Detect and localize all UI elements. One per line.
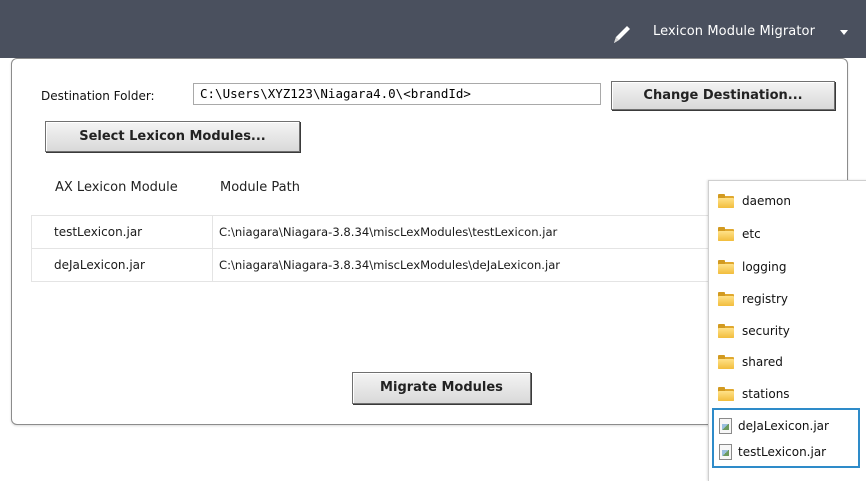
jar-file-icon [719, 444, 732, 460]
table-divider [31, 215, 32, 281]
module-name-cell: testLexicon.jar [54, 225, 143, 239]
file-name: testLexicon.jar [738, 445, 827, 459]
column-header-module-path: Module Path [220, 180, 300, 195]
folder-item-shared[interactable]: shared [718, 351, 866, 375]
pencil-icon[interactable] [608, 22, 634, 48]
column-header-ax-lexicon-module: AX Lexicon Module [55, 180, 178, 195]
folder-item-registry[interactable]: registry [718, 288, 866, 312]
folder-name: etc [742, 227, 761, 241]
module-name-cell: deJaLexicon.jar [54, 258, 145, 272]
folder-name: daemon [742, 194, 791, 208]
file-item-dejalexicon-jar[interactable]: deJaLexicon.jar [718, 415, 866, 439]
header-bar: Lexicon Module Migrator [0, 0, 866, 58]
folder-icon [718, 260, 734, 274]
change-destination-button[interactable]: Change Destination... [611, 81, 835, 110]
folder-item-logging[interactable]: logging [718, 256, 866, 280]
folder-item-etc[interactable]: etc [718, 223, 866, 247]
folder-icon [718, 292, 734, 306]
jar-file-icon [719, 418, 732, 434]
file-name: deJaLexicon.jar [738, 419, 829, 433]
table-divider [212, 215, 213, 281]
folder-item-stations[interactable]: stations [718, 383, 866, 407]
folder-name: stations [742, 387, 790, 401]
folder-icon [718, 324, 734, 338]
folder-name: registry [742, 292, 788, 306]
file-item-testlexicon-jar[interactable]: testLexicon.jar [718, 441, 866, 465]
destination-folder-label: Destination Folder: [41, 89, 155, 103]
folder-icon [718, 387, 734, 401]
chevron-down-icon[interactable] [840, 30, 848, 35]
folder-icon [718, 355, 734, 369]
folder-name: logging [742, 260, 787, 274]
migrate-modules-button[interactable]: Migrate Modules [352, 372, 531, 404]
folder-item-daemon[interactable]: daemon [718, 190, 866, 214]
module-path-cell: C:\niagara\Niagara-3.8.34\miscLexModules… [219, 258, 561, 272]
folder-icon [718, 227, 734, 241]
folder-icon [718, 194, 734, 208]
destination-folder-field[interactable]: C:\Users\XYZ123\Niagara4.0\<brandId> [193, 83, 601, 105]
view-selector-label[interactable]: Lexicon Module Migrator [653, 24, 815, 39]
module-path-cell: C:\niagara\Niagara-3.8.34\miscLexModules… [219, 225, 558, 239]
select-lexicon-modules-button[interactable]: Select Lexicon Modules... [45, 121, 300, 152]
folder-name: security [742, 324, 790, 338]
folder-name: shared [742, 355, 783, 369]
folder-item-security[interactable]: security [718, 320, 866, 344]
